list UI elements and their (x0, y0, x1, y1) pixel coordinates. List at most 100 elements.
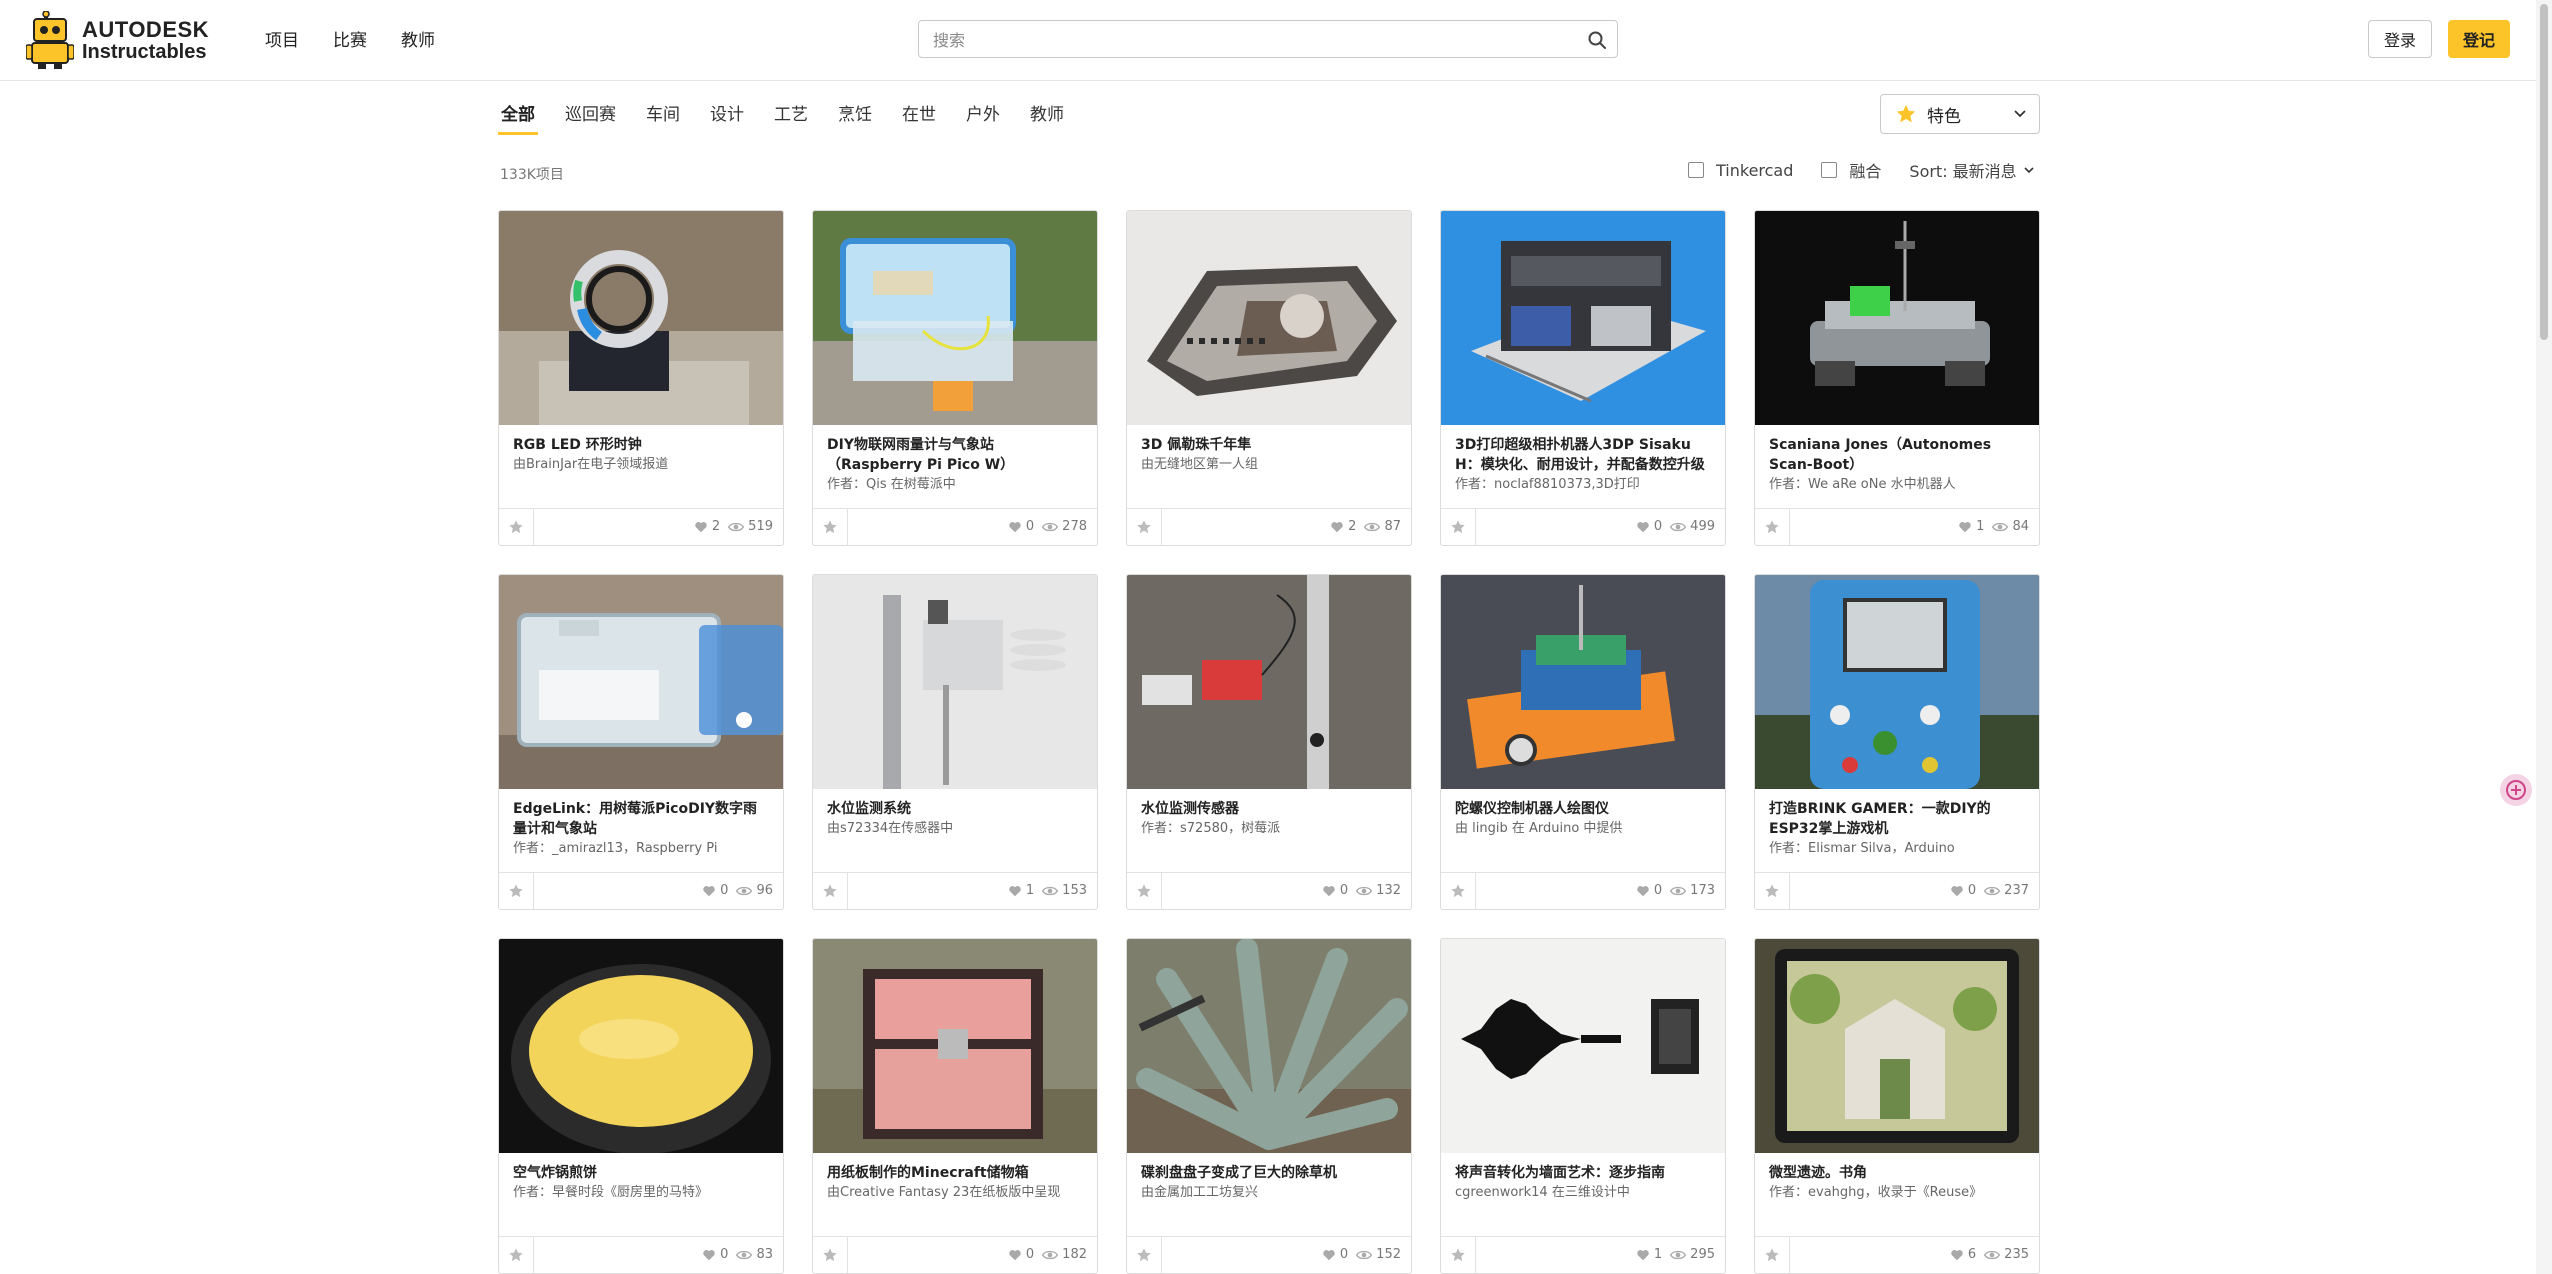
featured-select[interactable]: 特色 (1880, 94, 2040, 134)
project-card-14[interactable]: 将声音转化为墙面艺术：逐步指南 cgreenwork14 在三维设计中 1 29… (1440, 938, 1726, 1274)
tab-craft[interactable]: 工艺 (771, 100, 811, 135)
water-pole-thumbnail[interactable] (813, 575, 1097, 789)
favorite-button[interactable] (1441, 1237, 1476, 1273)
ring-clock-thumbnail[interactable] (499, 211, 783, 425)
project-author[interactable]: 由BrainJar在电子领域报道 (513, 456, 771, 474)
project-title[interactable]: 3D 佩勒珠千年隼 (1141, 435, 1399, 455)
project-author[interactable]: 由 lingib 在 Arduino 中提供 (1455, 820, 1713, 838)
pancake-thumbnail[interactable] (499, 939, 783, 1153)
tab-design[interactable]: 设计 (707, 100, 747, 135)
sumo-robot-thumbnail[interactable] (1441, 211, 1725, 425)
signup-button[interactable]: 登记 (2448, 20, 2510, 58)
instructables-logo[interactable]: AUTODESK Instructables (25, 10, 209, 70)
favorite-button[interactable] (813, 873, 848, 909)
tinkercad-checkbox[interactable] (1688, 162, 1704, 178)
favorite-button[interactable] (1755, 509, 1790, 545)
falcon-thumbnail[interactable] (1127, 211, 1411, 425)
project-author[interactable]: 作者：We aRe oNe 水中机器人 (1769, 476, 2027, 494)
tab-teachers[interactable]: 教师 (1027, 100, 1067, 135)
scan-boat-thumbnail[interactable] (1755, 211, 2039, 425)
project-card-9[interactable]: 陀螺仪控制机器人绘图仪 由 lingib 在 Arduino 中提供 0 173 (1440, 574, 1726, 910)
project-card-4[interactable]: 3D打印超级相扑机器人3DP Sisaku H：模块化、耐用设计，并配备数控升级… (1440, 210, 1726, 546)
project-card-11[interactable]: 空气炸锅煎饼 作者：早餐时段《厨房里的马特》 0 83 (498, 938, 784, 1274)
project-title[interactable]: Scaniana Jones（Autonomes Scan-Boot） (1769, 435, 2027, 475)
project-author[interactable]: 作者：_amirazl13，Raspberry Pi (513, 840, 771, 858)
chest-thumbnail[interactable] (813, 939, 1097, 1153)
weather-box-thumbnail[interactable] (813, 211, 1097, 425)
project-card-8[interactable]: 水位监测传感器 作者：s72580，树莓派 0 132 (1126, 574, 1412, 910)
project-card-15[interactable]: 微型遗迹。书角 作者：evahghg，收录于《Reuse》 6 235 (1754, 938, 2040, 1274)
tab-workshop[interactable]: 车间 (643, 100, 683, 135)
project-card-13[interactable]: 碟刹盘盘子变成了巨大的除草机 由金属加工工坊复兴 0 152 (1126, 938, 1412, 1274)
translate-extension-icon[interactable] (2500, 774, 2532, 806)
project-card-2[interactable]: DIY物联网雨量计与气象站（Raspberry Pi Pico W） 作者：Qi… (812, 210, 1098, 546)
ruins-thumbnail[interactable] (1755, 939, 2039, 1153)
project-card-10[interactable]: 打造BRINK GAMER：一款DIY的ESP32掌上游戏机 作者：Elisma… (1754, 574, 2040, 910)
project-author[interactable]: 作者：s72580，树莓派 (1141, 820, 1399, 838)
project-author[interactable]: 由s72334在传感器中 (827, 820, 1085, 838)
search-icon[interactable] (1587, 30, 1607, 50)
nav-projects-link[interactable]: 项目 (265, 26, 299, 51)
project-author[interactable]: 由无缝地区第一人组 (1141, 456, 1399, 474)
favorite-button[interactable] (499, 509, 534, 545)
favorite-button[interactable] (813, 509, 848, 545)
water-sensor-thumbnail[interactable] (1127, 575, 1411, 789)
favorite-button[interactable] (813, 1237, 848, 1273)
fusion-checkbox[interactable] (1821, 162, 1838, 178)
favorite-button[interactable] (1127, 873, 1162, 909)
search-input[interactable] (931, 21, 1575, 59)
project-title[interactable]: 水位监测传感器 (1141, 799, 1399, 819)
project-author[interactable]: 作者：Elismar Silva，Arduino (1769, 840, 2027, 858)
favorite-button[interactable] (499, 873, 534, 909)
scrollbar-thumb[interactable] (2540, 4, 2548, 340)
project-title[interactable]: 3D打印超级相扑机器人3DP Sisaku H：模块化、耐用设计，并配备数控升级 (1455, 435, 1713, 475)
project-title[interactable]: 打造BRINK GAMER：一款DIY的ESP32掌上游戏机 (1769, 799, 2027, 839)
project-author[interactable]: 由Creative Fantasy 23在纸板版中呈现 (827, 1184, 1085, 1202)
edgelink-thumbnail[interactable] (499, 575, 783, 789)
nav-teachers-link[interactable]: 教师 (401, 26, 435, 51)
project-title[interactable]: 陀螺仪控制机器人绘图仪 (1455, 799, 1713, 819)
project-title[interactable]: 微型遗迹。书角 (1769, 1163, 2027, 1183)
agave-thumbnail[interactable] (1127, 939, 1411, 1153)
project-title[interactable]: EdgeLink：用树莓派PicoDIY数字雨量计和气象站 (513, 799, 771, 839)
project-card-6[interactable]: EdgeLink：用树莓派PicoDIY数字雨量计和气象站 作者：_amiraz… (498, 574, 784, 910)
project-title[interactable]: 碟刹盘盘子变成了巨大的除草机 (1141, 1163, 1399, 1183)
soundwave-thumbnail[interactable] (1441, 939, 1725, 1153)
project-title[interactable]: 水位监测系统 (827, 799, 1085, 819)
favorite-button[interactable] (1755, 873, 1790, 909)
nav-contests-link[interactable]: 比赛 (333, 26, 367, 51)
project-card-12[interactable]: 用纸板制作的Minecraft储物箱 由Creative Fantasy 23在… (812, 938, 1098, 1274)
project-author[interactable]: 作者：Qis 在树莓派中 (827, 476, 1085, 494)
login-button[interactable]: 登录 (2368, 20, 2432, 58)
project-card-3[interactable]: 3D 佩勒珠千年隼 由无缝地区第一人组 2 87 (1126, 210, 1412, 546)
tab-circuits[interactable]: 巡回赛 (562, 100, 619, 135)
favorite-button[interactable] (1755, 1237, 1790, 1273)
favorite-button[interactable] (499, 1237, 534, 1273)
project-author[interactable]: cgreenwork14 在三维设计中 (1455, 1184, 1713, 1202)
tinkercad-label[interactable]: Tinkercad (1716, 161, 1793, 180)
project-title[interactable]: 将声音转化为墙面艺术：逐步指南 (1455, 1163, 1713, 1183)
tab-cooking[interactable]: 烹饪 (835, 100, 875, 135)
project-title[interactable]: RGB LED 环形时钟 (513, 435, 771, 455)
project-author[interactable]: 作者：noclaf8810373,3D打印 (1455, 476, 1713, 494)
project-author[interactable]: 由金属加工工坊复兴 (1141, 1184, 1399, 1202)
project-title[interactable]: 用纸板制作的Minecraft储物箱 (827, 1163, 1085, 1183)
project-title[interactable]: DIY物联网雨量计与气象站（Raspberry Pi Pico W） (827, 435, 1085, 475)
tab-all[interactable]: 全部 (498, 100, 538, 135)
project-author[interactable]: 作者：早餐时段《厨房里的马特》 (513, 1184, 771, 1202)
tab-outside[interactable]: 户外 (963, 100, 1003, 135)
project-card-1[interactable]: RGB LED 环形时钟 由BrainJar在电子领域报道 2 519 (498, 210, 784, 546)
sort-dropdown[interactable]: Sort: 最新消息 (1909, 158, 2034, 182)
favorite-button[interactable] (1127, 509, 1162, 545)
project-card-5[interactable]: Scaniana Jones（Autonomes Scan-Boot） 作者：W… (1754, 210, 2040, 546)
favorite-button[interactable] (1127, 1237, 1162, 1273)
plotter-thumbnail[interactable] (1441, 575, 1725, 789)
fusion-label[interactable]: 融合 (1849, 158, 1881, 182)
project-author[interactable]: 作者：evahghg，收录于《Reuse》 (1769, 1184, 2027, 1202)
favorite-button[interactable] (1441, 509, 1476, 545)
gamer-thumbnail[interactable] (1755, 575, 2039, 789)
tab-living[interactable]: 在世 (899, 100, 939, 135)
project-card-7[interactable]: 水位监测系统 由s72334在传感器中 1 153 (812, 574, 1098, 910)
favorite-button[interactable] (1441, 873, 1476, 909)
project-title[interactable]: 空气炸锅煎饼 (513, 1163, 771, 1183)
